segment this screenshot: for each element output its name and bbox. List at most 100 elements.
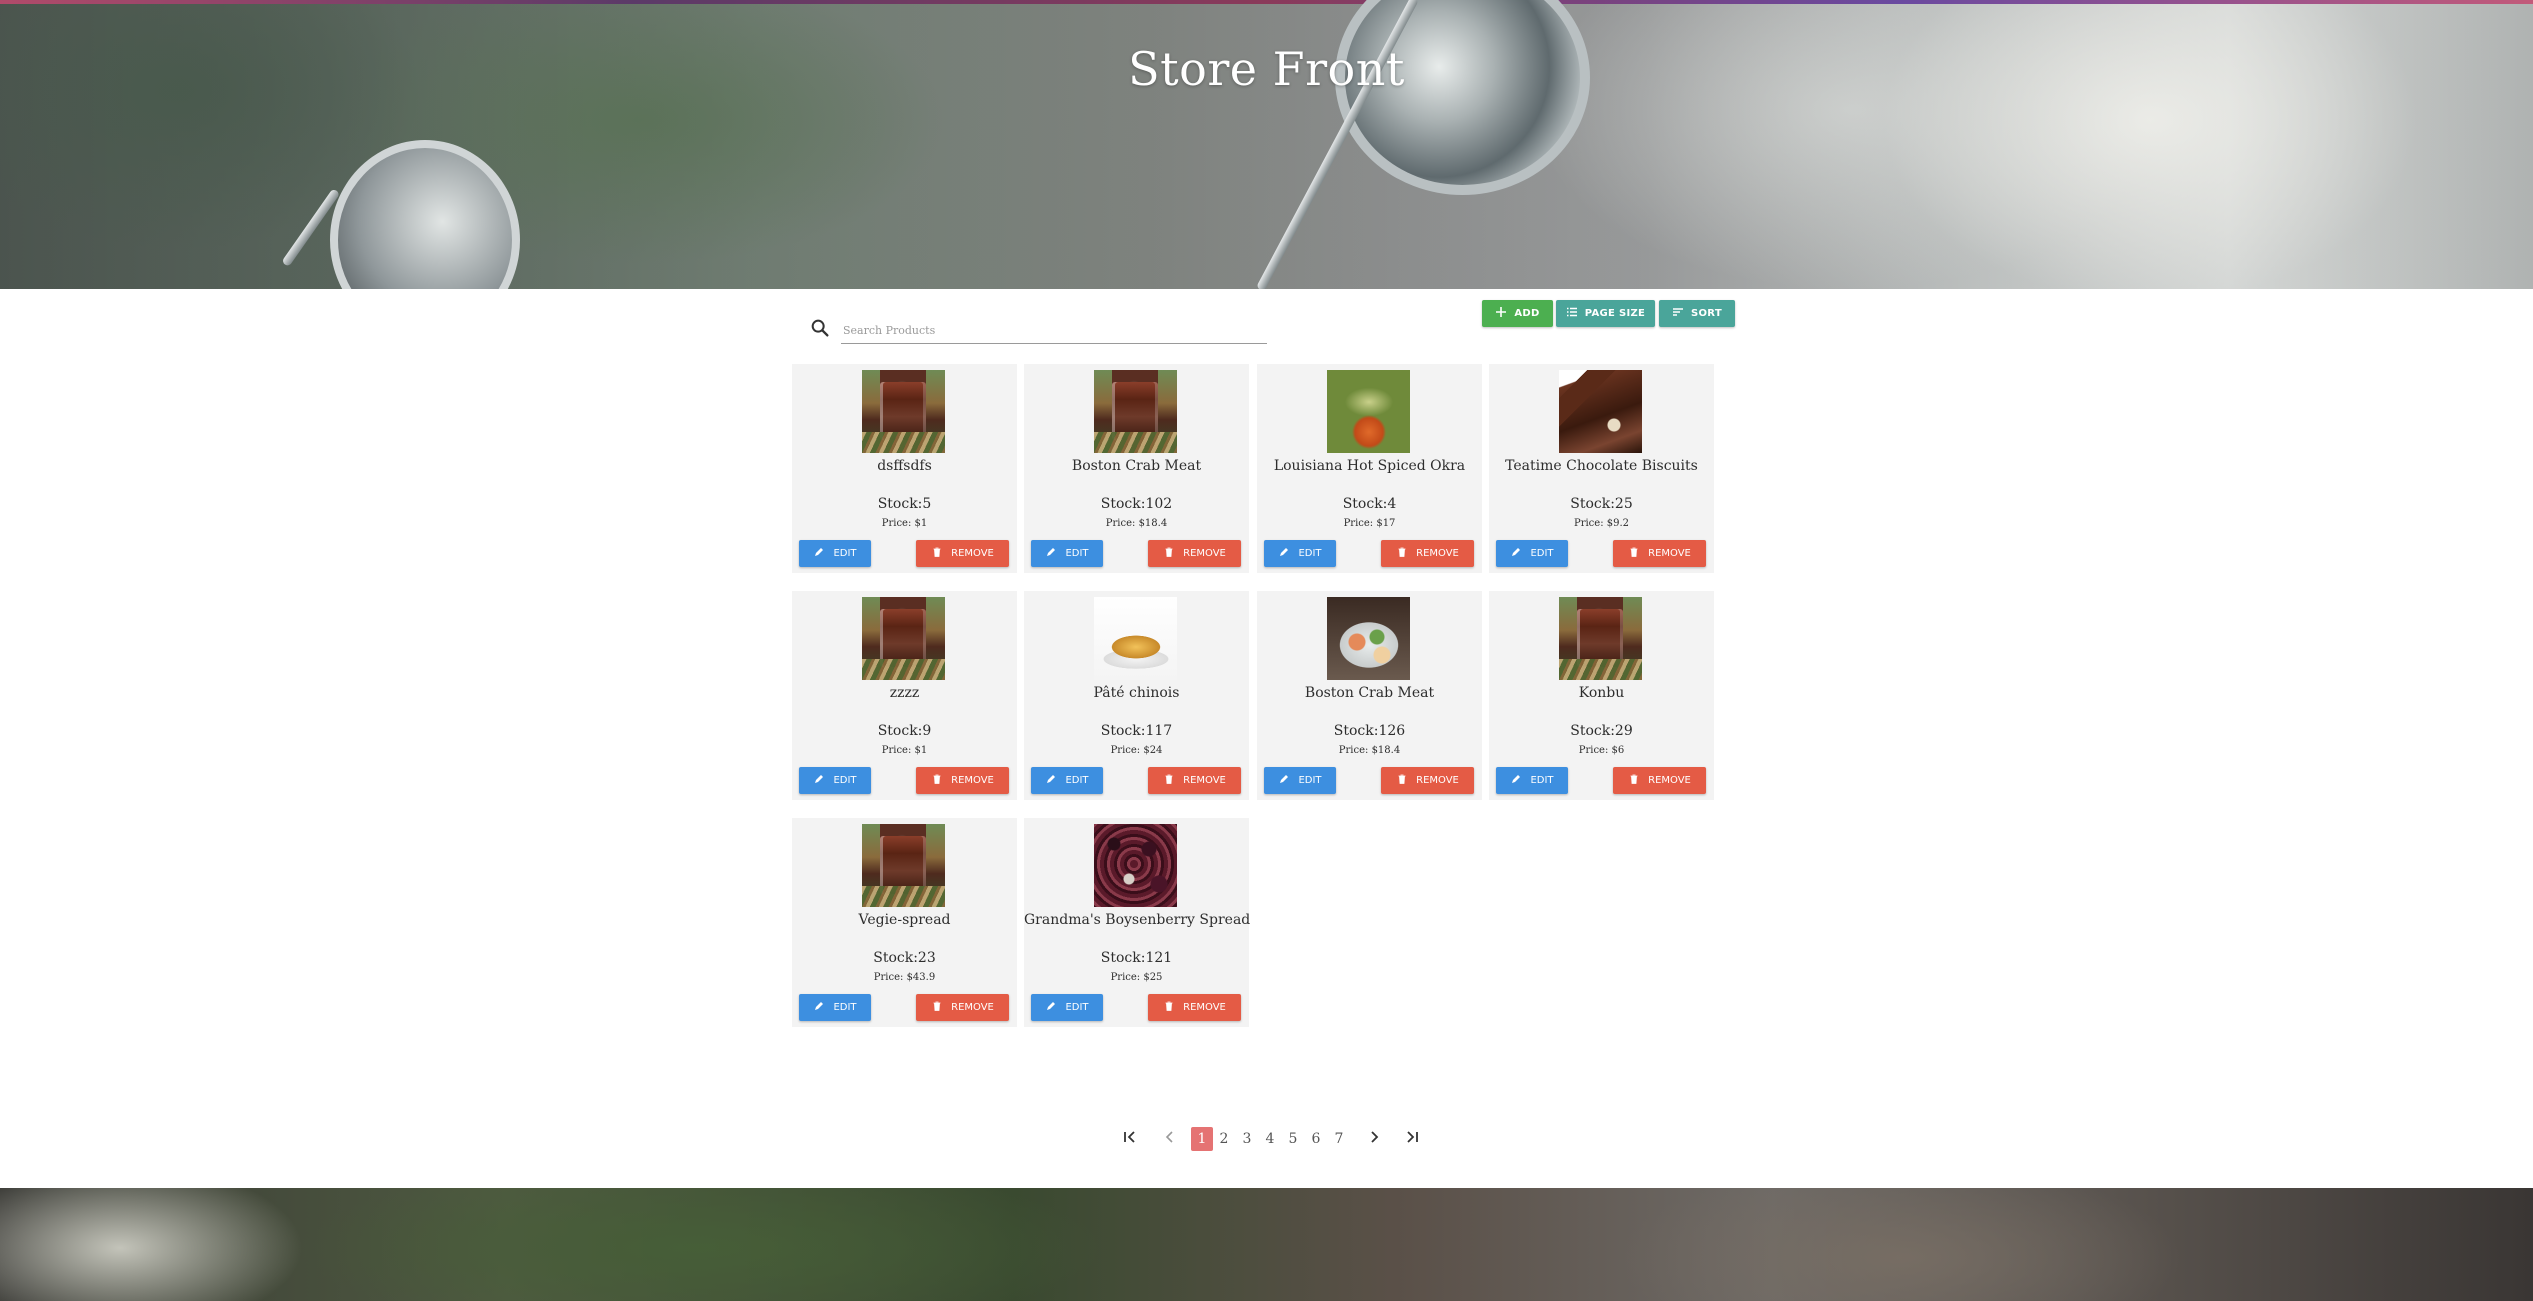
edit-button-label: EDIT [833,548,857,559]
add-button[interactable]: ADD [1482,300,1553,327]
product-image [862,597,945,680]
pencil-icon [1510,773,1522,788]
product-image [862,370,945,453]
edit-button[interactable]: EDIT [799,994,871,1021]
product-stock: Stock:25 [1570,496,1633,512]
product-stock: Stock:9 [877,723,932,739]
prev-page-button[interactable] [1158,1127,1182,1151]
trash-icon [1163,1000,1175,1015]
edit-button[interactable]: EDIT [1264,540,1336,567]
product-card: Boston Crab Meat Stock:126 Price: $18.4 EDI… [1257,591,1482,800]
add-button-label: ADD [1514,308,1540,319]
product-price: Price: $6 [1578,745,1625,756]
page-number-1[interactable]: 1 [1191,1127,1213,1151]
remove-button-label: REMOVE [1183,548,1226,559]
page-size-button[interactable]: PAGE SIZE [1556,300,1655,327]
last-page-button[interactable] [1400,1127,1424,1151]
product-card: Grandma's Boysenberry Spread Stock:121 Pri… [1024,818,1250,1027]
page-number-3[interactable]: 3 [1237,1127,1257,1151]
product-card: Louisiana Hot Spiced Okra Stock:4 Price: $… [1257,364,1482,573]
edit-button[interactable]: EDIT [1031,994,1103,1021]
pencil-icon [1510,546,1522,561]
header-hero-image: Store Front [0,0,2533,289]
product-price: Price: $17 [1343,518,1396,529]
page-number-7[interactable]: 7 [1329,1127,1349,1151]
product-stock: Stock:102 [1100,496,1173,512]
product-name: Konbu [1578,685,1625,701]
page-size-button-label: PAGE SIZE [1584,308,1646,319]
chevron-right-icon [1366,1129,1382,1149]
product-price: Price: $9.2 [1573,518,1630,529]
edit-button-label: EDIT [833,1002,857,1013]
edit-button[interactable]: EDIT [1496,767,1568,794]
edit-button-label: EDIT [1530,548,1554,559]
edit-button-label: EDIT [1530,775,1554,786]
hero-mirror-left [330,140,520,289]
page-number-5[interactable]: 5 [1283,1127,1303,1151]
edit-button[interactable]: EDIT [799,540,871,567]
product-price: Price: $24 [1110,745,1163,756]
pagination: 1234567 [1118,1127,1428,1151]
product-card: Boston Crab Meat Stock:102 Price: $18.4 EDI… [1024,364,1249,573]
remove-button[interactable]: REMOVE [1381,767,1474,794]
edit-button[interactable]: EDIT [1496,540,1568,567]
trash-icon [931,1000,943,1015]
plus-icon [1495,306,1507,321]
product-price: Price: $43.9 [873,972,936,983]
product-price: Price: $1 [881,518,928,529]
edit-button[interactable]: EDIT [1031,767,1103,794]
edit-button[interactable]: EDIT [1264,767,1336,794]
remove-button[interactable]: REMOVE [1613,767,1706,794]
page-title: Store Front [1128,42,1405,96]
edit-button[interactable]: EDIT [799,767,871,794]
remove-button[interactable]: REMOVE [1613,540,1706,567]
trash-icon [1163,546,1175,561]
trash-icon [931,546,943,561]
remove-button-label: REMOVE [951,548,994,559]
first-page-icon [1122,1129,1138,1149]
pencil-icon [1045,1000,1057,1015]
product-stock: Stock:4 [1342,496,1397,512]
next-page-button[interactable] [1362,1127,1386,1151]
sort-button[interactable]: SORT [1659,300,1735,327]
edit-button-label: EDIT [833,775,857,786]
remove-button[interactable]: REMOVE [1381,540,1474,567]
product-card: zzzz Stock:9 Price: $1 EDIT REMOVE [792,591,1017,800]
remove-button[interactable]: REMOVE [916,767,1009,794]
trash-icon [1628,546,1640,561]
product-name: Teatime Chocolate Biscuits [1505,458,1698,474]
product-image [862,824,945,907]
product-card: Konbu Stock:29 Price: $6 EDIT REMOVE [1489,591,1714,800]
product-stock: Stock:117 [1100,723,1173,739]
product-price: Price: $25 [1110,972,1163,983]
pencil-icon [813,773,825,788]
remove-button[interactable]: REMOVE [1148,767,1241,794]
product-image [1094,370,1177,453]
remove-button[interactable]: REMOVE [916,540,1009,567]
search-input[interactable] [841,317,1267,344]
remove-button-label: REMOVE [1648,775,1691,786]
trash-icon [1163,773,1175,788]
product-image [1327,597,1410,680]
first-page-button[interactable] [1118,1127,1142,1151]
product-image [1559,597,1642,680]
page-number-2[interactable]: 2 [1214,1127,1234,1151]
product-name: Vegie-spread [858,912,951,928]
remove-button-label: REMOVE [1183,1002,1226,1013]
page-number-6[interactable]: 6 [1306,1127,1326,1151]
product-stock: Stock:121 [1100,950,1173,966]
sort-button-label: SORT [1691,308,1722,319]
remove-button[interactable]: REMOVE [916,994,1009,1021]
product-name: Boston Crab Meat [1071,458,1202,474]
product-name: Louisiana Hot Spiced Okra [1273,458,1466,474]
edit-button[interactable]: EDIT [1031,540,1103,567]
product-stock: Stock:29 [1570,723,1633,739]
remove-button[interactable]: REMOVE [1148,540,1241,567]
page-number-4[interactable]: 4 [1260,1127,1280,1151]
last-page-icon [1404,1129,1420,1149]
sort-icon [1672,306,1684,321]
pencil-icon [1278,773,1290,788]
remove-button[interactable]: REMOVE [1148,994,1241,1021]
remove-button-label: REMOVE [1416,548,1459,559]
trash-icon [1628,773,1640,788]
